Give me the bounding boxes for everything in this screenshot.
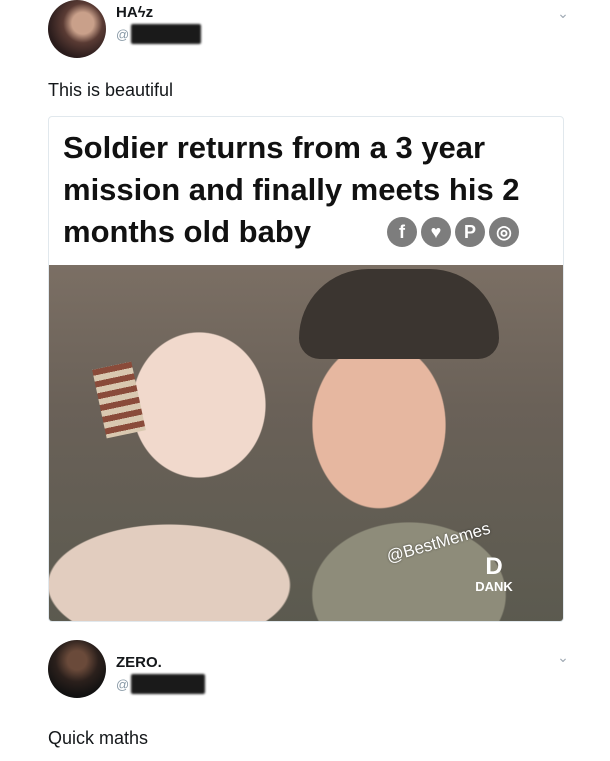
chevron-down-icon[interactable]: ⌄ bbox=[556, 6, 570, 20]
avatar[interactable] bbox=[48, 640, 106, 698]
display-name[interactable]: ZERO. bbox=[116, 654, 162, 671]
avatar[interactable] bbox=[48, 0, 106, 58]
twitter-icon: ♥ bbox=[421, 217, 451, 247]
dank-logo: D DANK bbox=[465, 555, 523, 599]
share-icons: f ♥ P ◎ bbox=[387, 217, 519, 247]
dank-logo-text: DANK bbox=[475, 579, 513, 594]
tweet-text: Quick maths bbox=[48, 728, 149, 748]
photo-soldier-head bbox=[299, 269, 499, 359]
soldier-baby-photo[interactable]: @BestMemes D DANK bbox=[49, 265, 563, 621]
dank-logo-mark: D bbox=[485, 553, 503, 580]
handle[interactable]: @ bbox=[116, 674, 206, 694]
tweet-text: This is beautiful bbox=[48, 80, 174, 100]
pinterest-icon: P bbox=[455, 217, 485, 247]
handle[interactable]: @ bbox=[116, 24, 202, 44]
handle-redaction bbox=[131, 674, 206, 694]
media-card[interactable]: Soldier returns from a 3 year mission an… bbox=[48, 116, 564, 622]
handle-redaction bbox=[131, 24, 202, 44]
handle-prefix: @ bbox=[116, 26, 130, 42]
tweet-reply: ZERO. @ ⌄ Quick maths bbox=[0, 630, 610, 761]
chevron-down-icon[interactable]: ⌄ bbox=[556, 650, 570, 664]
facebook-icon: f bbox=[387, 217, 417, 247]
display-name[interactable]: HAϟz bbox=[116, 4, 153, 21]
photo-flag-patch bbox=[92, 361, 146, 439]
tweet-original: HAϟz @ ⌄ This is beautiful Soldier retur… bbox=[0, 0, 610, 630]
handle-prefix: @ bbox=[116, 676, 130, 692]
instagram-icon: ◎ bbox=[489, 217, 519, 247]
